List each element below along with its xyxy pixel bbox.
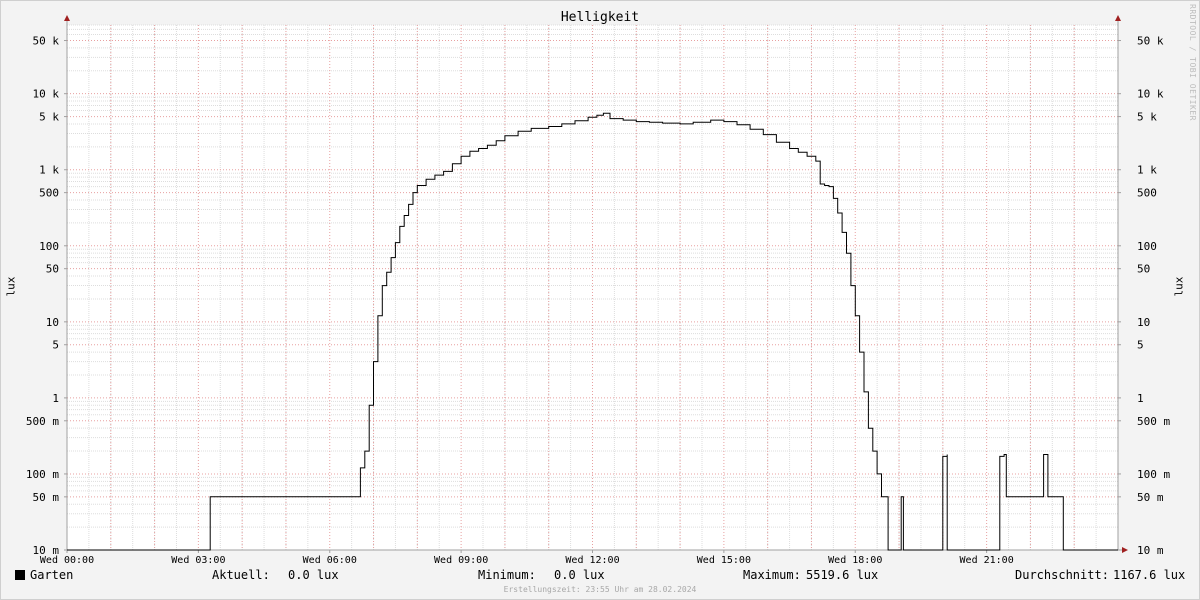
- x-tick-label: Wed 00:00: [40, 555, 94, 566]
- creation-time-footer: Erstellungszeit: 23:55 Uhr am 28.02.2024: [503, 585, 697, 594]
- y-tick-label-left: 100 m: [26, 468, 59, 481]
- y-tick-label-right: 50 m: [1137, 491, 1164, 504]
- y-tick-label-left: 1 k: [39, 164, 59, 177]
- y-tick-label-right: 100 m: [1137, 468, 1170, 481]
- chart-plot: 10 m 10 m50 m 50 m100 m 100 m500 m 500 m1 15 5…: [26, 15, 1170, 566]
- y-tick-label-right: 100: [1137, 240, 1157, 253]
- y-tick-label-right: 50 k: [1137, 35, 1164, 48]
- y-tick-label-left: 50 m: [33, 491, 60, 504]
- y-tick-label-left: 5: [52, 339, 59, 352]
- legend-series-name: Garten: [30, 568, 74, 582]
- x-tick-label: Wed 09:00: [434, 555, 488, 566]
- y-tick-label-right: 10 m: [1137, 544, 1164, 557]
- y-tick-label-left: 100: [39, 240, 59, 253]
- y-tick-label-right: 500: [1137, 187, 1157, 200]
- y-tick-label-left: 10: [46, 316, 59, 329]
- y-axis-arrow-right: [1115, 15, 1121, 21]
- y-tick-label-right: 1: [1137, 392, 1144, 405]
- y-tick-label-right: 5: [1137, 339, 1144, 352]
- x-tick-label: Wed 03:00: [171, 555, 225, 566]
- y-tick-label-left: 500 m: [26, 415, 59, 428]
- y-tick-label-right: 50: [1137, 263, 1150, 276]
- legend-max-label: Maximum:: [743, 568, 801, 582]
- legend-swatch-garten: [15, 570, 25, 580]
- x-tick-label: Wed 12:00: [565, 555, 619, 566]
- y-tick-label-right: 10: [1137, 316, 1150, 329]
- legend-min-value: 0.0 lux: [554, 568, 605, 582]
- y-tick-label-right: 500 m: [1137, 415, 1170, 428]
- legend-max-value: 5519.6 lux: [806, 568, 879, 582]
- y-tick-label-left: 500: [39, 187, 59, 200]
- y-tick-label-left: 50 k: [33, 35, 60, 48]
- x-axis-arrow: [1122, 547, 1128, 553]
- y-tick-label-left: 1: [52, 392, 59, 405]
- x-tick-label: Wed 21:00: [960, 555, 1014, 566]
- x-tick-label: Wed 15:00: [697, 555, 751, 566]
- y-tick-label-right: 1 k: [1137, 164, 1157, 177]
- x-tick-label: Wed 18:00: [828, 555, 882, 566]
- legend-avg-label: Durchschnitt:: [1015, 568, 1109, 582]
- legend-min-label: Minimum:: [478, 568, 536, 582]
- y-tick-label-right: 10 k: [1137, 88, 1164, 101]
- y-tick-label-left: 5 k: [39, 111, 59, 124]
- y-tick-label-left: 50: [46, 263, 59, 276]
- y-tick-label-right: 5 k: [1137, 111, 1157, 124]
- y-axis-arrow-left: [64, 15, 70, 21]
- legend-current-value: 0.0 lux: [288, 568, 339, 582]
- x-tick-label: Wed 06:00: [303, 555, 357, 566]
- y-tick-label-left: 10 k: [33, 88, 60, 101]
- legend-current-label: Aktuell:: [212, 568, 270, 582]
- legend-avg-value: 1167.6 lux: [1113, 568, 1186, 582]
